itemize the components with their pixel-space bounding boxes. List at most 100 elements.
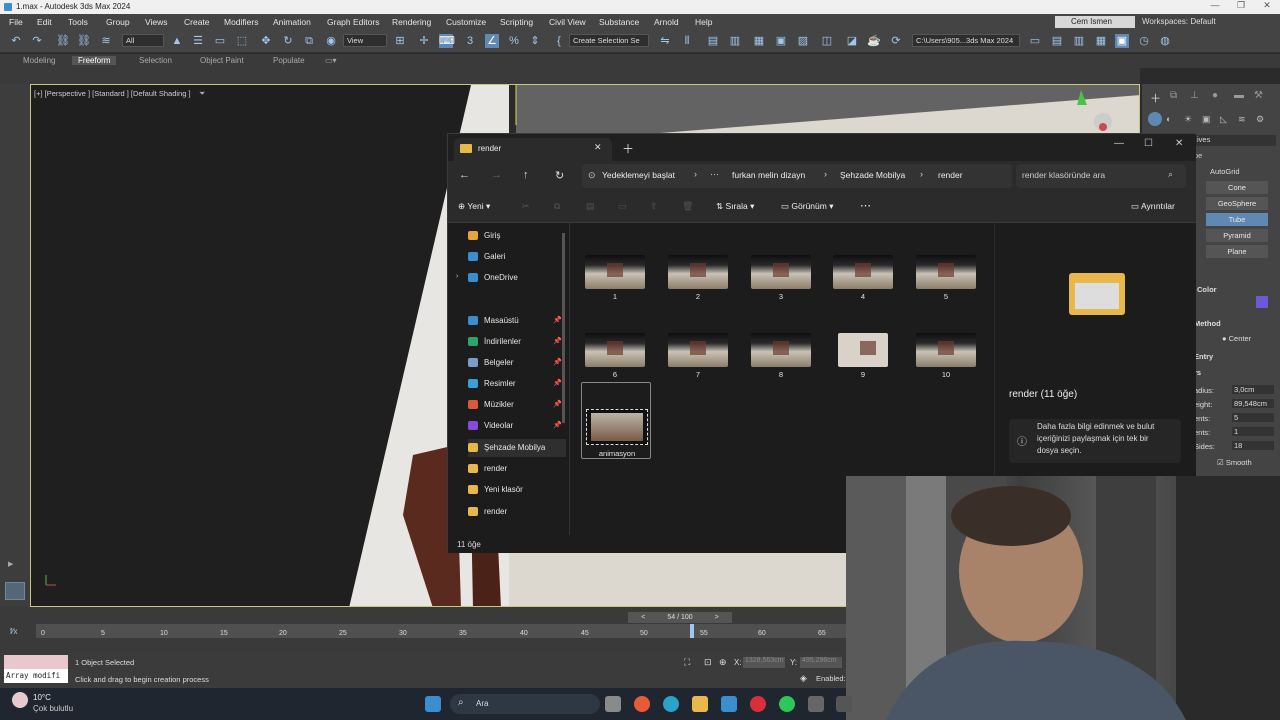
next-frame-icon[interactable]: > bbox=[715, 614, 719, 621]
windows-start-icon[interactable] bbox=[425, 696, 441, 712]
close-tab-icon[interactable]: ✕ bbox=[594, 142, 602, 153]
filter-icon[interactable]: ⏷ bbox=[199, 89, 205, 99]
lights-icon[interactable]: ☀ bbox=[1184, 114, 1192, 125]
project-path-dropdown[interactable]: C:\Users\905...3ds Max 2024 bbox=[912, 34, 1020, 47]
tube-button[interactable]: Tube bbox=[1206, 213, 1268, 226]
reference-coord-dropdown[interactable]: View bbox=[343, 34, 387, 47]
maximize-window-button[interactable]: ❐ bbox=[1230, 0, 1252, 14]
close-window-button[interactable]: ✕ bbox=[1256, 0, 1278, 14]
systems-icon[interactable]: ⚙ bbox=[1256, 114, 1264, 125]
file-thumbnail[interactable] bbox=[838, 333, 888, 367]
move-icon[interactable]: ✥ bbox=[259, 34, 273, 48]
mirror-icon[interactable]: ⇋ bbox=[658, 34, 672, 48]
breadcrumb-item[interactable]: Yedeklemeyi başlat bbox=[602, 170, 675, 180]
geometry-icon[interactable] bbox=[1148, 112, 1162, 126]
utilities-tab-icon[interactable]: ⚒ bbox=[1254, 90, 1263, 101]
share-icon[interactable]: ⇪ bbox=[650, 201, 658, 212]
smooth-checkbox[interactable]: ☑ Smooth bbox=[1217, 458, 1252, 467]
set-project-icon[interactable]: ▭ bbox=[1028, 34, 1042, 48]
menu-edit[interactable]: Edit bbox=[37, 17, 52, 27]
modify-tab-icon[interactable]: ⧉ bbox=[1170, 90, 1177, 101]
clock-25-icon[interactable]: ◷ bbox=[1137, 34, 1151, 48]
user-account-dropdown[interactable]: Cem Ismen bbox=[1055, 16, 1135, 28]
open-project-icon[interactable]: ▤ bbox=[1050, 34, 1064, 48]
paste-icon[interactable]: ▤ bbox=[586, 201, 595, 212]
menu-file[interactable]: File bbox=[9, 17, 23, 27]
view-button[interactable]: ▭ Görünüm ▾ bbox=[781, 201, 833, 212]
viewport-label[interactable]: [+] [Perspective ] [Standard ] [Default … bbox=[34, 89, 191, 98]
explorer-maximize-button[interactable]: ☐ bbox=[1144, 138, 1153, 149]
file-thumbnail[interactable] bbox=[916, 333, 976, 367]
tab-modeling[interactable]: Modeling bbox=[23, 56, 55, 65]
render-production-icon[interactable]: ☕ bbox=[867, 34, 881, 48]
up-icon[interactable]: ↑ bbox=[523, 169, 529, 181]
store-icon[interactable] bbox=[721, 696, 737, 712]
layer-explorer-icon[interactable]: ▤ bbox=[706, 34, 720, 48]
nav-item[interactable]: render bbox=[468, 460, 566, 478]
menu-rendering[interactable]: Rendering bbox=[392, 17, 431, 27]
help-search-icon[interactable]: ◍ bbox=[1158, 34, 1172, 48]
rectangular-selection-icon[interactable]: ▭ bbox=[213, 34, 227, 48]
scene-converter-icon[interactable]: ▦ bbox=[1094, 34, 1108, 48]
height-segments-field[interactable]: 5 bbox=[1232, 413, 1274, 422]
viewport-layout-icon[interactable]: ▣ bbox=[1115, 34, 1129, 48]
height-field[interactable]: 89,548cm bbox=[1232, 399, 1274, 408]
ribbon-options-icon[interactable]: ▭▾ bbox=[325, 56, 337, 65]
file-thumbnail[interactable] bbox=[833, 255, 893, 289]
toggle-ribbon-icon[interactable]: ▥ bbox=[728, 34, 742, 48]
file-thumbnail[interactable] bbox=[916, 255, 976, 289]
file-thumbnail[interactable] bbox=[668, 333, 728, 367]
cameras-icon[interactable]: ▣ bbox=[1202, 114, 1211, 125]
window-crossing-icon[interactable]: ⬚ bbox=[235, 34, 249, 48]
cap-segments-field[interactable]: 1 bbox=[1232, 427, 1274, 436]
explorer-minimize-button[interactable]: — bbox=[1114, 138, 1124, 149]
object-type-dropdown[interactable]: ives bbox=[1194, 135, 1276, 146]
y-coordinate-field[interactable]: 495,296cm bbox=[800, 657, 842, 668]
absolute-mode-icon[interactable]: ⊕ bbox=[719, 657, 727, 668]
bind-space-warp-icon[interactable]: ≋ bbox=[99, 34, 113, 48]
timeline-track[interactable]: 0 5 10 15 20 25 30 35 40 45 50 55 60 65 bbox=[36, 624, 846, 638]
menu-scripting[interactable]: Scripting bbox=[500, 17, 533, 27]
more-icon[interactable]: ⋯ bbox=[710, 169, 719, 180]
tab-selection[interactable]: Selection bbox=[139, 56, 172, 65]
tab-freeform[interactable]: Freeform bbox=[72, 56, 117, 65]
file-thumbnail[interactable] bbox=[585, 333, 645, 367]
motion-tab-icon[interactable]: ● bbox=[1212, 90, 1218, 101]
menu-group[interactable]: Group bbox=[106, 17, 130, 27]
lock-selection-icon[interactable]: ⊡ bbox=[704, 657, 712, 668]
spacewarps-icon[interactable]: ≋ bbox=[1238, 114, 1246, 125]
app-icon[interactable] bbox=[808, 696, 824, 712]
file-explorer-icon[interactable] bbox=[692, 696, 708, 712]
nav-item[interactable]: Şehzade Mobilya bbox=[468, 439, 566, 457]
material-editor-icon[interactable]: ▨ bbox=[796, 34, 810, 48]
nav-item[interactable]: Yeni klasör bbox=[468, 481, 566, 499]
select-by-name-icon[interactable]: ☰ bbox=[191, 34, 205, 48]
nav-item[interactable]: Belgeler 📌 bbox=[468, 354, 566, 372]
nav-item[interactable]: Müzikler 📌 bbox=[468, 396, 566, 414]
curve-editor-icon[interactable]: ▦ bbox=[752, 34, 766, 48]
center-radio[interactable]: ● Center bbox=[1222, 334, 1251, 343]
menu-arnold[interactable]: Arnold bbox=[654, 17, 679, 27]
opera-icon[interactable] bbox=[750, 696, 766, 712]
radius-field[interactable]: 3,0cm bbox=[1232, 385, 1274, 394]
nav-item[interactable]: Resimler 📌 bbox=[468, 375, 566, 393]
new-tab-icon[interactable]: ＋ bbox=[622, 140, 634, 157]
select-object-icon[interactable]: ▲ bbox=[170, 34, 184, 48]
3dsmax-icon[interactable] bbox=[836, 696, 852, 712]
nav-item[interactable]: OneDrive bbox=[468, 269, 566, 287]
file-thumbnail[interactable] bbox=[585, 255, 645, 289]
back-icon[interactable]: ← bbox=[459, 169, 470, 181]
maxscript-input[interactable]: Array modifi bbox=[4, 669, 68, 683]
align-icon[interactable]: ⫴ bbox=[680, 34, 694, 48]
expand-strip-icon[interactable]: ▶ bbox=[8, 560, 13, 568]
geosphere-button[interactable]: GeoSphere bbox=[1206, 197, 1268, 210]
place-icon[interactable]: ◉ bbox=[324, 34, 338, 48]
minimize-window-button[interactable]: — bbox=[1204, 0, 1226, 14]
mini-curve-icon[interactable]: f⁄x bbox=[10, 627, 18, 636]
unlink-icon[interactable]: ⛓ bbox=[77, 34, 91, 48]
hierarchy-tab-icon[interactable]: ⊥ bbox=[1190, 90, 1199, 101]
rendered-frame-icon[interactable]: ◪ bbox=[845, 34, 859, 48]
breadcrumb-item[interactable]: render bbox=[938, 170, 963, 180]
shapes-icon[interactable]: ◐ bbox=[1166, 114, 1171, 124]
nav-item[interactable]: İndirilenler 📌 bbox=[468, 333, 566, 351]
